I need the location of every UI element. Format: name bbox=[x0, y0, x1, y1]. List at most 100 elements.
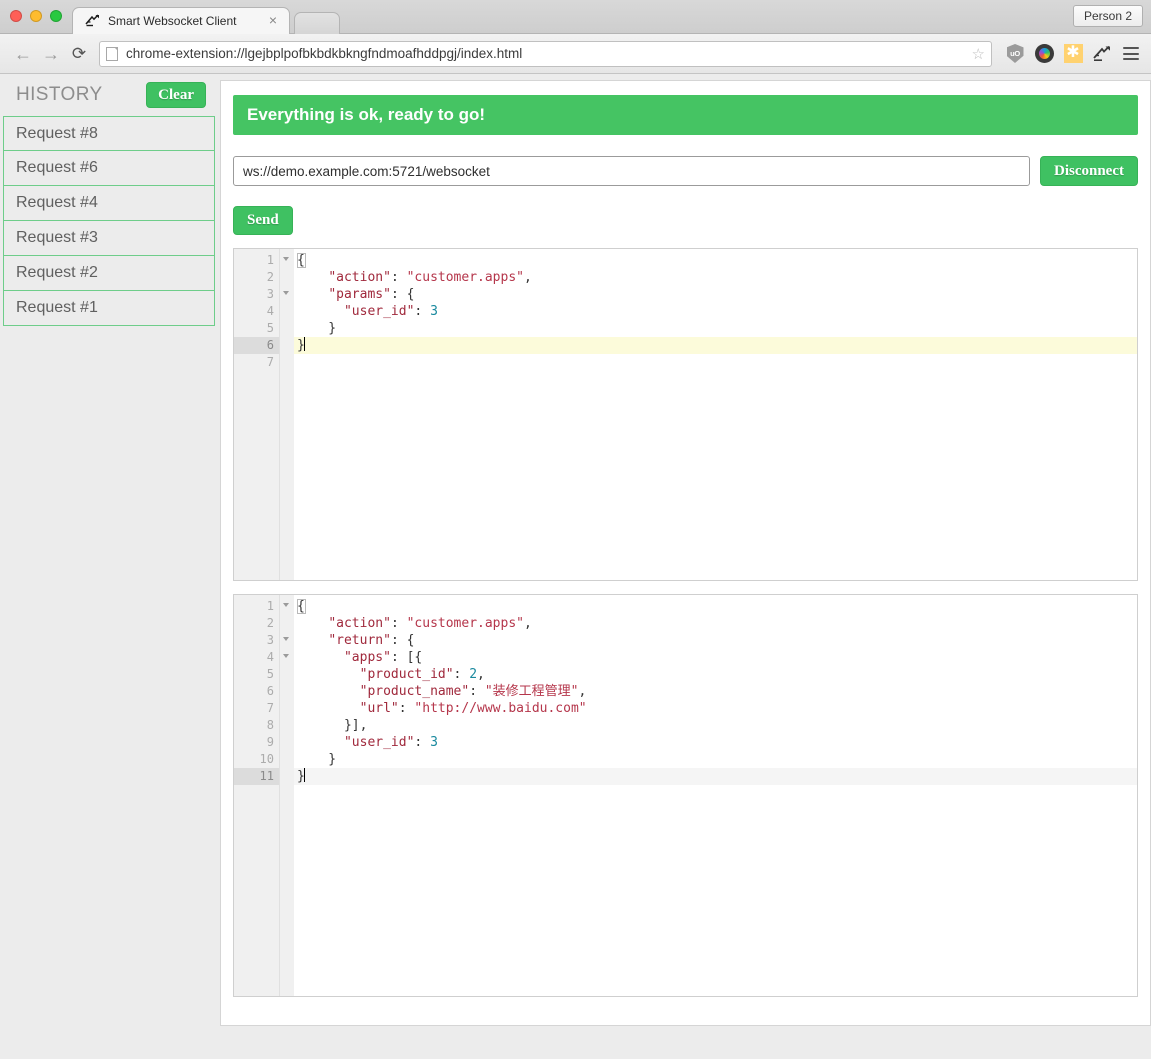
code-token: "product_id" bbox=[359, 667, 454, 682]
history-item-request-1[interactable]: Request #1 bbox=[3, 291, 215, 326]
code-line: } bbox=[294, 320, 1137, 337]
shield-icon[interactable]: uO bbox=[1005, 44, 1025, 64]
reload-icon[interactable]: ⟳ bbox=[66, 41, 92, 67]
address-bar-url: chrome-extension://lgejbplpofbkbdkbkngfn… bbox=[126, 46, 523, 61]
code-line: } bbox=[294, 751, 1137, 768]
history-item-request-3[interactable]: Request #3 bbox=[3, 221, 215, 256]
history-sidebar: HISTORY Clear Request #8 Request #6 Requ… bbox=[0, 74, 220, 1059]
code-token: "action" bbox=[328, 270, 391, 285]
code-token: "user_id" bbox=[343, 304, 415, 319]
bracket-match-box bbox=[297, 253, 306, 268]
request-editor-code[interactable]: { "action": "customer.apps", "params": {… bbox=[294, 249, 1137, 580]
code-token: "params" bbox=[328, 287, 391, 302]
websocket-url-input[interactable] bbox=[233, 156, 1030, 186]
code-token: : bbox=[414, 735, 431, 750]
clear-history-button[interactable]: Clear bbox=[146, 82, 206, 108]
fold-arrow-icon[interactable] bbox=[283, 291, 289, 295]
shield-icon-label: uO bbox=[1006, 44, 1024, 63]
browser-tab[interactable]: Smart Websocket Client × bbox=[72, 7, 290, 34]
asterisk-star-icon[interactable]: ✱ bbox=[1063, 44, 1083, 64]
line-number: 7 bbox=[266, 701, 274, 715]
code-line: }], bbox=[294, 717, 1137, 734]
minimize-window-button[interactable] bbox=[30, 10, 42, 22]
disconnect-button[interactable]: Disconnect bbox=[1040, 156, 1138, 186]
line-number: 5 bbox=[266, 321, 274, 335]
fold-arrow-icon[interactable] bbox=[283, 257, 289, 261]
fold-arrow-icon[interactable] bbox=[283, 654, 289, 658]
code-token: "url" bbox=[359, 701, 399, 716]
line-number: 2 bbox=[266, 616, 274, 630]
response-editor[interactable]: 1 2 3 4 5 6 7 8 9 10 11 { "action": "customer.apps… bbox=[233, 594, 1138, 997]
code-line: "product_name": "装修工程管理", bbox=[294, 683, 1137, 700]
history-item-request-4[interactable]: Request #4 bbox=[3, 186, 215, 221]
code-token: : { bbox=[390, 633, 415, 648]
fold-arrow-icon[interactable] bbox=[283, 603, 289, 607]
line-number: 7 bbox=[266, 355, 274, 369]
address-bar[interactable]: chrome-extension://lgejbplpofbkbdkbkngfn… bbox=[99, 40, 992, 67]
code-token: "action" bbox=[328, 616, 391, 631]
page-icon bbox=[106, 46, 118, 61]
code-token: }], bbox=[297, 718, 368, 733]
browser-toolbar: ← → ⟳ chrome-extension://lgejbplpofbkbdk… bbox=[0, 34, 1151, 74]
response-editor-code[interactable]: { "action": "customer.apps", "return": {… bbox=[294, 595, 1137, 996]
bracket-match-box bbox=[297, 599, 306, 614]
code-line: "action": "customer.apps", bbox=[294, 269, 1137, 286]
code-token: "customer.apps" bbox=[406, 616, 524, 631]
code-token: "user_id" bbox=[343, 735, 415, 750]
code-token: 3 bbox=[430, 735, 438, 750]
line-number: 9 bbox=[266, 735, 274, 749]
hamburger-menu-icon[interactable] bbox=[1121, 44, 1141, 64]
code-token: "product_name" bbox=[359, 684, 470, 699]
bookmark-star-icon[interactable]: ☆ bbox=[972, 45, 985, 63]
history-item-request-8[interactable]: Request #8 bbox=[3, 116, 215, 151]
history-list: Request #8 Request #6 Request #4 Request… bbox=[3, 116, 215, 326]
send-button[interactable]: Send bbox=[233, 206, 293, 235]
line-number: 3 bbox=[234, 286, 289, 303]
code-token: : bbox=[414, 304, 431, 319]
code-line: "user_id": 3 bbox=[294, 734, 1137, 751]
code-line: } bbox=[294, 337, 1137, 354]
code-line: "user_id": 3 bbox=[294, 303, 1137, 320]
history-item-request-6[interactable]: Request #6 bbox=[3, 151, 215, 186]
maximize-window-button[interactable] bbox=[50, 10, 62, 22]
history-title: HISTORY bbox=[16, 84, 103, 105]
forward-icon[interactable]: → bbox=[38, 41, 64, 67]
line-number: 6 bbox=[234, 337, 279, 354]
code-line: "apps": [{ bbox=[294, 649, 1137, 666]
code-token: "apps" bbox=[343, 650, 391, 665]
code-token: : { bbox=[390, 287, 415, 302]
connection-row: Disconnect bbox=[233, 156, 1138, 186]
code-token: : bbox=[390, 270, 407, 285]
fold-arrow-icon[interactable] bbox=[283, 637, 289, 641]
code-token: "return" bbox=[328, 633, 391, 648]
code-line: { bbox=[294, 252, 1137, 269]
tab-close-icon[interactable]: × bbox=[265, 13, 281, 29]
history-item-request-2[interactable]: Request #2 bbox=[3, 256, 215, 291]
request-editor[interactable]: 1234567 { "action": "customer.apps", "pa… bbox=[233, 248, 1138, 581]
profile-person-button[interactable]: Person 2 bbox=[1072, 5, 1143, 27]
line-number: 6 bbox=[266, 684, 274, 698]
code-token: , bbox=[578, 684, 587, 699]
code-line: "url": "http://www.baidu.com" bbox=[294, 700, 1137, 717]
line-number: 4 bbox=[266, 304, 274, 318]
camera-lens-icon[interactable] bbox=[1034, 44, 1054, 64]
line-number: 3 bbox=[234, 632, 289, 649]
text-cursor bbox=[303, 337, 305, 351]
close-window-button[interactable] bbox=[10, 10, 22, 22]
line-number: 1 bbox=[234, 252, 289, 269]
back-icon[interactable]: ← bbox=[10, 41, 36, 67]
bird-icon[interactable] bbox=[1092, 44, 1112, 64]
asterisk-star-glyph: ✱ bbox=[1063, 44, 1083, 63]
history-header: HISTORY Clear bbox=[0, 74, 220, 116]
new-tab-button[interactable] bbox=[294, 12, 340, 34]
extension-icons: uO ✱ bbox=[1001, 44, 1141, 64]
code-token: : [{ bbox=[390, 650, 423, 665]
